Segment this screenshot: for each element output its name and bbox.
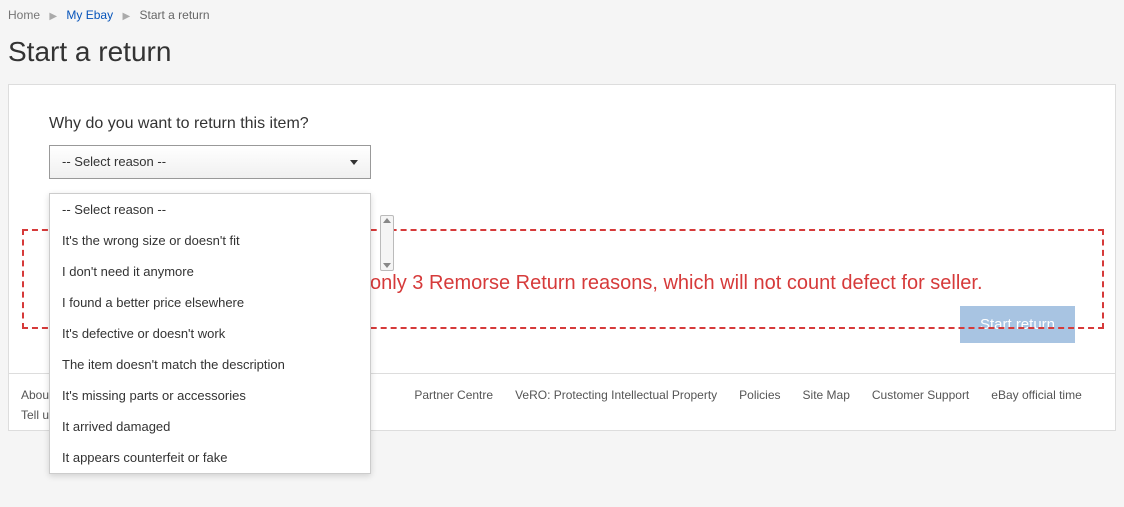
- start-return-button[interactable]: Start return: [960, 306, 1075, 343]
- reason-option[interactable]: It's missing parts or accessories: [50, 380, 370, 411]
- return-card: Why do you want to return this item? -- …: [8, 84, 1116, 374]
- reason-dropdown: -- Select reason -- It's the wrong size …: [49, 193, 371, 474]
- footer-support[interactable]: Customer Support: [872, 388, 969, 402]
- breadcrumb-home[interactable]: Home: [8, 8, 40, 22]
- reason-option[interactable]: The item doesn't match the description: [50, 349, 370, 380]
- chevron-right-icon: ▶: [49, 11, 57, 22]
- chevron-right-icon: ▶: [122, 11, 130, 22]
- page-title: Start a return: [8, 36, 1116, 68]
- reason-option[interactable]: It arrived damaged: [50, 411, 370, 442]
- footer-about[interactable]: About: [21, 388, 52, 402]
- reason-option[interactable]: I don't need it anymore: [50, 256, 370, 287]
- footer-policies[interactable]: Policies: [739, 388, 780, 402]
- breadcrumb-myebay[interactable]: My Ebay: [66, 8, 113, 22]
- breadcrumb-current: Start a return: [139, 8, 209, 22]
- reason-option[interactable]: -- Select reason --: [50, 194, 370, 225]
- footer-vero[interactable]: VeRO: Protecting Intellectual Property: [515, 388, 717, 402]
- reason-option[interactable]: I found a better price elsewhere: [50, 287, 370, 318]
- return-reason-prompt: Why do you want to return this item?: [49, 115, 1075, 133]
- reason-option[interactable]: It appears counterfeit or fake: [50, 442, 370, 473]
- footer-time[interactable]: eBay official time: [991, 388, 1082, 402]
- reason-option[interactable]: It's the wrong size or doesn't fit: [50, 225, 370, 256]
- footer-sitemap[interactable]: Site Map: [803, 388, 850, 402]
- breadcrumb: Home ▶ My Ebay ▶ Start a return: [8, 0, 1116, 30]
- footer-partner[interactable]: Partner Centre: [414, 388, 493, 402]
- reason-select[interactable]: -- Select reason --: [49, 145, 371, 179]
- caret-down-icon: [350, 160, 358, 165]
- quantity-stepper[interactable]: [380, 215, 394, 271]
- chevron-up-icon: [383, 218, 391, 223]
- reason-select-value: -- Select reason --: [62, 154, 166, 169]
- chevron-down-icon: [383, 263, 391, 268]
- reason-option[interactable]: It's defective or doesn't work: [50, 318, 370, 349]
